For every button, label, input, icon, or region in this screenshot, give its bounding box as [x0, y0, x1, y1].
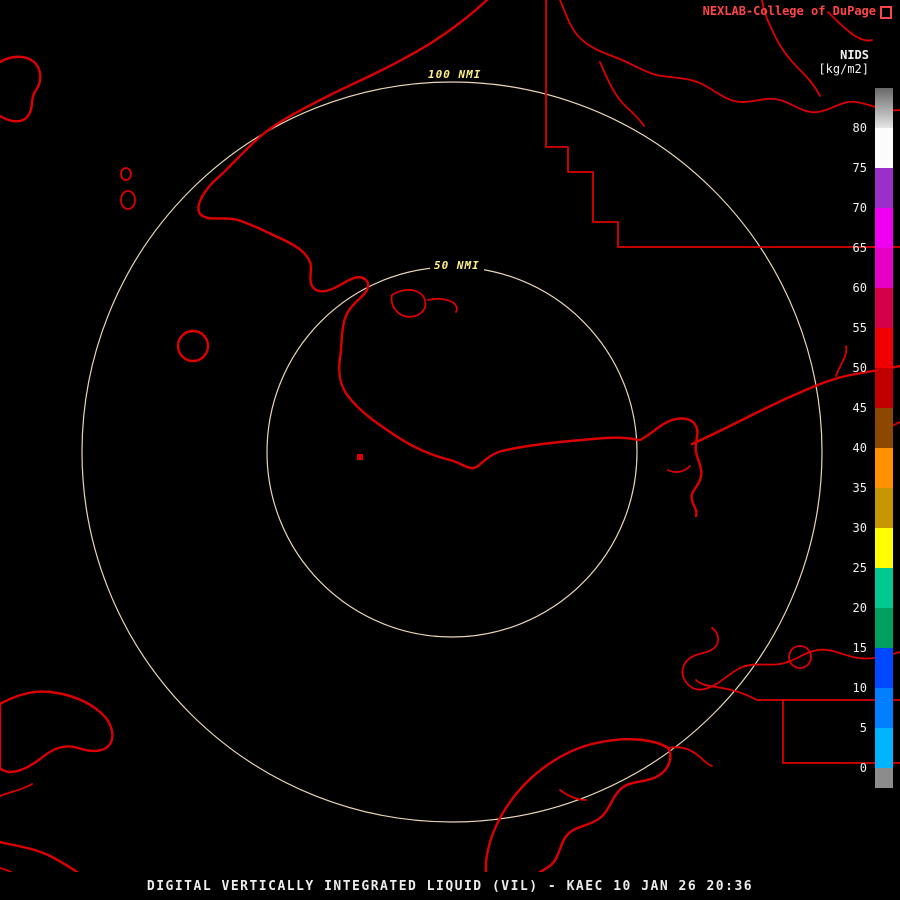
colorbar-segment-0-5	[875, 728, 893, 768]
colorbar-segment-35-40	[875, 448, 893, 488]
small-circle-left-2	[120, 190, 136, 210]
range-ring-50nmi	[266, 266, 638, 638]
colorbar-segments	[875, 128, 893, 768]
radar-map	[0, 0, 900, 900]
colorbar-label-10: 10	[852, 681, 867, 695]
colorbar-label-55: 55	[852, 321, 867, 335]
small-circle-left-1	[120, 167, 132, 181]
colorbar-segment-20-25	[875, 568, 893, 608]
colorbar-label-40: 40	[852, 441, 867, 455]
colorbar-title: NIDS	[840, 48, 869, 62]
colorbar-below-zero	[875, 768, 893, 788]
coastline-hook-inner	[667, 465, 691, 473]
shore-bottomleft-1	[0, 783, 33, 797]
colorbar-label-50: 50	[852, 361, 867, 375]
nexlab-logo-icon	[880, 6, 892, 19]
colorbar-label-80: 80	[852, 121, 867, 135]
colorbar-label-0: 0	[859, 761, 867, 775]
colorbar-cap-gradient	[875, 88, 893, 128]
coastline-hook	[638, 417, 703, 518]
range-ring-label-50nmi: 50 NMI	[430, 259, 484, 272]
product-caption: DIGITAL VERTICALLY INTEGRATED LIQUID (VI…	[146, 879, 754, 894]
colorbar-label-60: 60	[852, 281, 867, 295]
colorbar-segment-30-35	[875, 488, 893, 528]
colorbar-label-75: 75	[852, 161, 867, 175]
colorbar-segment-75-80	[875, 128, 893, 168]
island-bottomleft	[0, 690, 114, 774]
footer-band: DIGITAL VERTICALLY INTEGRATED LIQUID (VI…	[0, 872, 900, 900]
coastline-bay	[390, 288, 427, 318]
colorbar-label-20: 20	[852, 601, 867, 615]
geography-lines	[0, 0, 900, 900]
coastline-main	[197, 0, 640, 470]
colorbar-segment-50-55	[875, 328, 893, 368]
colorbar-segment-25-30	[875, 528, 893, 568]
radar-display: { "header": { "brand": "NEXLAB-College o…	[0, 0, 900, 900]
colorbar-segment-40-45	[875, 408, 893, 448]
lake-spur	[667, 746, 713, 767]
colorbar-label-15: 15	[852, 641, 867, 655]
colorbar-units: [kg/m2]	[818, 62, 869, 76]
colorbar-segment-65-70	[875, 208, 893, 248]
island-topleft	[0, 55, 42, 123]
river-bottomright-2	[695, 679, 758, 701]
colorbar-segment-5-10	[875, 688, 893, 728]
range-ring-label-100nmi: 100 NMI	[424, 68, 486, 81]
coastline-bay-spur	[427, 297, 458, 313]
colorbar-label-35: 35	[852, 481, 867, 495]
colorbar-label-65: 65	[852, 241, 867, 255]
colorbar	[875, 88, 893, 788]
colorbar-labels: 80 75 70 65 60 55 50 45 40 35 30 25 20 15 10 5 0	[841, 121, 867, 801]
colorbar-label-30: 30	[852, 521, 867, 535]
colorbar-segment-10-15	[875, 648, 893, 688]
colorbar-segment-45-50	[875, 368, 893, 408]
nexlab-brand-text: NEXLAB-College of DuPage	[702, 4, 876, 18]
small-dot-center	[357, 454, 363, 460]
colorbar-segment-60-65	[875, 248, 893, 288]
colorbar-label-70: 70	[852, 201, 867, 215]
small-circle-left-3	[176, 329, 210, 363]
colorbar-label-45: 45	[852, 401, 867, 415]
colorbar-segment-55-60	[875, 288, 893, 328]
colorbar-segment-70-75	[875, 168, 893, 208]
range-ring-100nmi	[81, 81, 823, 823]
river-bottomright-1	[681, 627, 900, 691]
coastline-east	[690, 364, 900, 446]
colorbar-segment-15-20	[875, 608, 893, 648]
colorbar-label-5: 5	[859, 721, 867, 735]
colorbar-label-25: 25	[852, 561, 867, 575]
